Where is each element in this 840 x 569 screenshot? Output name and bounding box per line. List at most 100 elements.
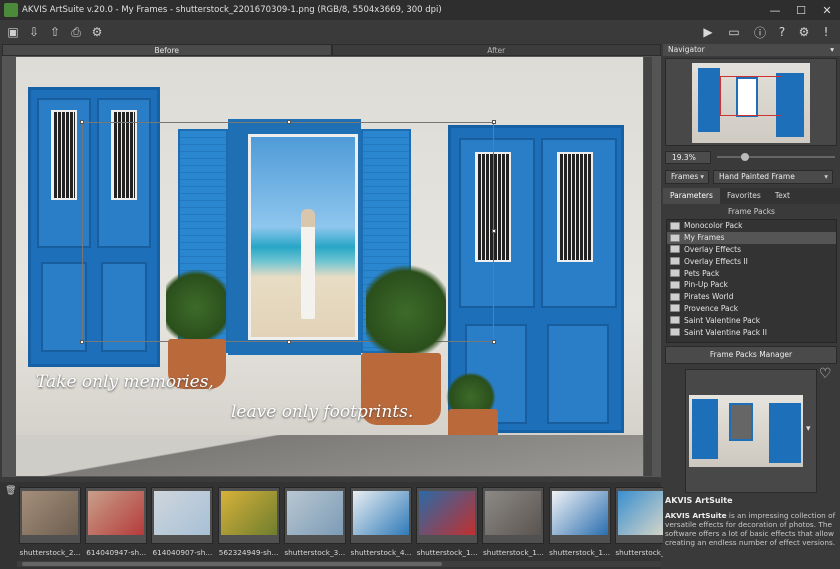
close-icon[interactable]: ✕ <box>814 0 840 20</box>
thumbnail[interactable] <box>19 487 81 544</box>
window-title: AKVIS ArtSuite v.20.0 - My Frames - shut… <box>22 5 442 15</box>
thumbnail-image <box>22 491 78 535</box>
heart-icon[interactable]: ♡ <box>819 366 832 382</box>
right-panel: Navigator ▾ 19.3% Frames Hand Painted Fra… <box>663 44 840 569</box>
street <box>16 435 643 476</box>
trash-icon[interactable]: 🗑 <box>5 486 16 496</box>
grille <box>557 152 593 262</box>
tab-parameters[interactable]: Parameters <box>663 188 720 204</box>
vertical-scrollbar[interactable] <box>644 57 652 476</box>
frame-pack-label: Saint Valentine Pack <box>684 315 761 325</box>
folder-icon <box>670 316 680 325</box>
filmstrip-scrollbar[interactable] <box>17 561 661 567</box>
thumbnail[interactable] <box>482 487 545 544</box>
frame-packs-manager-button[interactable]: Frame Packs Manager <box>665 346 837 364</box>
frame-pack-item[interactable]: Saint Valentine Pack II <box>667 326 836 338</box>
chevron-down-icon[interactable]: ▾ <box>806 424 811 434</box>
zoom-slider[interactable] <box>717 156 835 158</box>
view-tabs: Before After <box>2 44 661 56</box>
collapse-icon[interactable]: ▾ <box>830 44 834 56</box>
share-icon[interactable]: ⚙ <box>89 24 105 40</box>
navigator-viewport[interactable] <box>720 76 782 116</box>
frame-pack-label: Pets Pack <box>684 268 720 278</box>
thumbnail-caption: shutterstock_3... <box>284 548 346 557</box>
frame-pack-item[interactable]: Overlay Effects <box>667 244 836 256</box>
zoom-row: 19.3% <box>665 150 837 164</box>
navigator-image <box>692 63 810 143</box>
grille <box>51 110 77 200</box>
folder-icon <box>670 233 680 242</box>
folder-icon <box>670 245 680 254</box>
frame-pack-label: Pirates World <box>684 292 734 302</box>
settings-icon[interactable]: ⚙ <box>796 24 812 40</box>
navigator-preview[interactable] <box>665 58 837 146</box>
filmstrip: 🗑 shutterstock_2... 614040947-sh... 614040… <box>0 482 677 569</box>
frame-pack-label: Overlay Effects <box>684 244 742 254</box>
photo: Take only memories, leave only footprint… <box>16 57 643 476</box>
info-icon[interactable]: ⓘ <box>752 24 768 40</box>
about-section: AKVIS ArtSuite AKVIS ArtSuite is an impr… <box>665 496 840 547</box>
maximize-icon[interactable]: ☐ <box>788 0 814 20</box>
thumbnail-caption: shutterstock_2... <box>19 548 81 557</box>
tab-before[interactable]: Before <box>2 44 332 56</box>
title-bar: AKVIS ArtSuite v.20.0 - My Frames - shut… <box>0 0 840 20</box>
thumbnail[interactable] <box>283 487 346 544</box>
selector-row: Frames Hand Painted Frame <box>665 170 837 184</box>
zoom-field[interactable]: 19.3% <box>665 150 711 164</box>
thumbnail-caption: 614040947-sh... <box>86 548 147 557</box>
thumbnail-image <box>419 491 476 535</box>
window-controls: — ☐ ✕ <box>762 0 840 20</box>
right-toolbar: ▶ ▭ ⓘ ? ⚙ ! <box>700 24 834 40</box>
thumbnail[interactable] <box>85 487 148 544</box>
minimize-icon[interactable]: — <box>762 0 788 20</box>
folder-icon <box>670 269 680 278</box>
thumbnail-caption: shutterstock_4... <box>350 548 412 557</box>
thumbnail[interactable] <box>217 487 280 544</box>
frame-pack-label: Pin-Up Pack <box>684 280 728 290</box>
frame-pack-item[interactable]: Pin-Up Pack <box>667 279 836 291</box>
frame-pack-item[interactable]: Overlay Effects II <box>667 255 836 267</box>
thumbnail-caption: shutterstock_1... <box>549 548 611 557</box>
thumbnail-image <box>286 491 343 535</box>
thumbnail[interactable] <box>548 487 611 544</box>
frame-pack-item[interactable]: Provence Pack <box>667 303 836 315</box>
frame-pack-label: Monocolor Pack <box>684 221 743 231</box>
frame-dropdown[interactable]: Hand Painted Frame <box>713 170 833 184</box>
thumbnail-image <box>88 491 145 535</box>
image-canvas[interactable]: Take only memories, leave only footprint… <box>2 56 661 477</box>
thumbnail-image <box>220 491 277 535</box>
export-icon[interactable]: ⇧ <box>47 24 63 40</box>
save-icon[interactable]: ⇩ <box>26 24 42 40</box>
category-dropdown[interactable]: Frames <box>665 170 709 184</box>
frame-pack-item[interactable]: Monocolor Pack <box>667 220 836 232</box>
frame-pack-item[interactable]: Pets Pack <box>667 267 836 279</box>
frame-pack-label: Provence Pack <box>684 303 739 313</box>
folder-icon <box>670 257 680 266</box>
tab-favorites[interactable]: Favorites <box>720 188 768 204</box>
navigator-label: Navigator <box>668 45 705 54</box>
help-icon[interactable]: ? <box>774 24 790 40</box>
thumbnail-caption: shutterstock_1... <box>482 548 544 557</box>
frame-preview[interactable] <box>685 369 817 493</box>
thumbnail[interactable] <box>151 487 214 544</box>
tab-text[interactable]: Text <box>768 188 797 204</box>
frame-pack-item[interactable]: Saint Valentine Pack <box>667 314 836 326</box>
frame-preview-image <box>689 395 803 467</box>
zoom-slider-knob[interactable] <box>741 153 749 161</box>
thumbnail[interactable] <box>350 487 412 544</box>
thumbnail-caption: 614040907-sh... <box>152 548 213 557</box>
about-brand: AKVIS ArtSuite <box>665 511 727 520</box>
frame-pack-item[interactable]: Pirates World <box>667 291 836 303</box>
print-icon[interactable]: ⎙ <box>68 24 84 40</box>
thumbnail[interactable] <box>416 487 479 544</box>
notification-icon[interactable]: ! <box>818 24 834 40</box>
workspace-icon[interactable]: ▭ <box>722 24 746 40</box>
thumbnail-image <box>485 491 542 535</box>
run-icon[interactable]: ▶ <box>700 24 716 40</box>
thumb-window <box>729 403 753 441</box>
app-logo-icon <box>4 3 18 17</box>
open-icon[interactable]: ▣ <box>5 24 21 40</box>
folder-icon <box>670 292 680 301</box>
tab-after[interactable]: After <box>331 44 661 56</box>
frame-pack-item[interactable]: My Frames <box>667 231 836 244</box>
